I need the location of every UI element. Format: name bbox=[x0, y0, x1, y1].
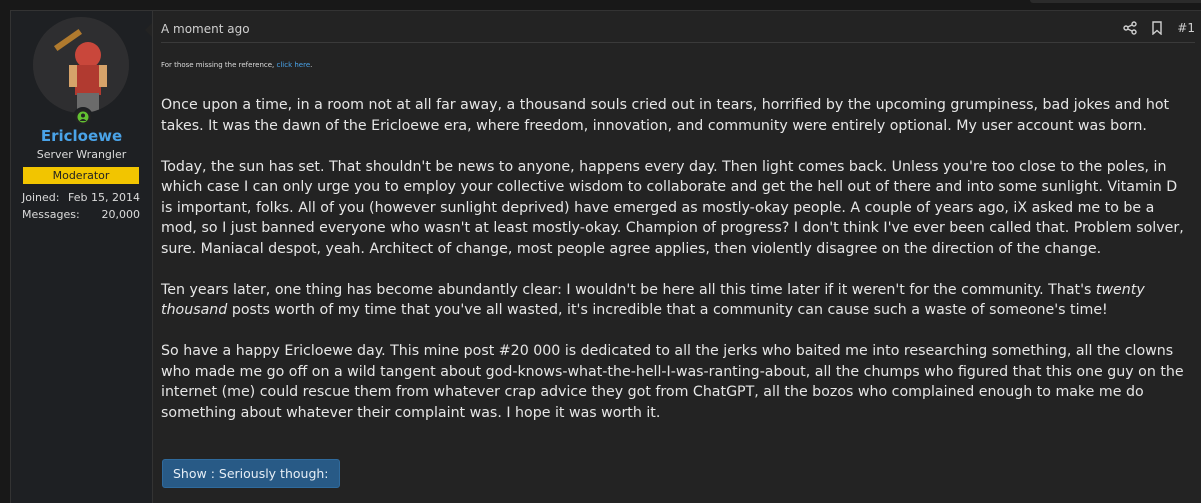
spoiler-button[interactable]: Show : Seriously though: bbox=[162, 459, 340, 488]
reference-link[interactable]: click here bbox=[277, 61, 311, 69]
post-number[interactable]: #1 bbox=[1177, 21, 1195, 35]
avatar-image bbox=[33, 17, 129, 113]
paragraph-2: Today, the sun has set. That shouldn't b… bbox=[161, 158, 1184, 257]
paragraph-3: Ten years later, one thing has become ab… bbox=[161, 280, 1186, 321]
post-timestamp[interactable]: A moment ago bbox=[161, 22, 250, 36]
paragraph-1: Once upon a time, in a room not at all f… bbox=[161, 97, 1170, 134]
messages-stat: Messages: 20,000 bbox=[22, 208, 140, 221]
joined-stat: Joined: Feb 15, 2014 bbox=[22, 191, 140, 204]
forum-post: Ericloewe Server Wrangler Moderator Join… bbox=[10, 10, 1201, 503]
joined-label: Joined: bbox=[22, 191, 60, 204]
moderator-banner: Moderator bbox=[23, 167, 139, 184]
avatar[interactable] bbox=[33, 17, 129, 113]
reference-note: For those missing the reference, click h… bbox=[161, 61, 312, 69]
paragraph-3-b: posts worth of my time that you've all w… bbox=[227, 302, 1108, 318]
bookmark-icon[interactable] bbox=[1151, 21, 1163, 35]
messages-label: Messages: bbox=[22, 208, 80, 221]
share-icon[interactable] bbox=[1123, 21, 1137, 35]
post-actions: #1 bbox=[1123, 21, 1195, 35]
paragraph-3-a: Ten years later, one thing has become ab… bbox=[161, 281, 1096, 298]
username[interactable]: Ericloewe bbox=[11, 127, 152, 145]
messages-value[interactable]: 20,000 bbox=[102, 208, 141, 221]
user-title: Server Wrangler bbox=[36, 148, 127, 161]
post-main: A moment ago #1 For those missing the re… bbox=[145, 11, 1201, 503]
top-strip bbox=[1030, 0, 1201, 3]
post-arrow bbox=[145, 23, 152, 37]
joined-value: Feb 15, 2014 bbox=[68, 191, 140, 204]
paragraph-4: So have a happy Ericloewe day. This mine… bbox=[161, 343, 1184, 421]
user-sidebar: Ericloewe Server Wrangler Moderator Join… bbox=[11, 11, 153, 503]
reference-note-suffix: . bbox=[310, 61, 313, 69]
online-status-icon bbox=[73, 107, 93, 127]
reference-note-prefix: For those missing the reference, bbox=[161, 61, 277, 69]
post-header: A moment ago #1 bbox=[161, 11, 1195, 43]
post-body: Once upon a time, in a room not at all f… bbox=[161, 95, 1186, 444]
